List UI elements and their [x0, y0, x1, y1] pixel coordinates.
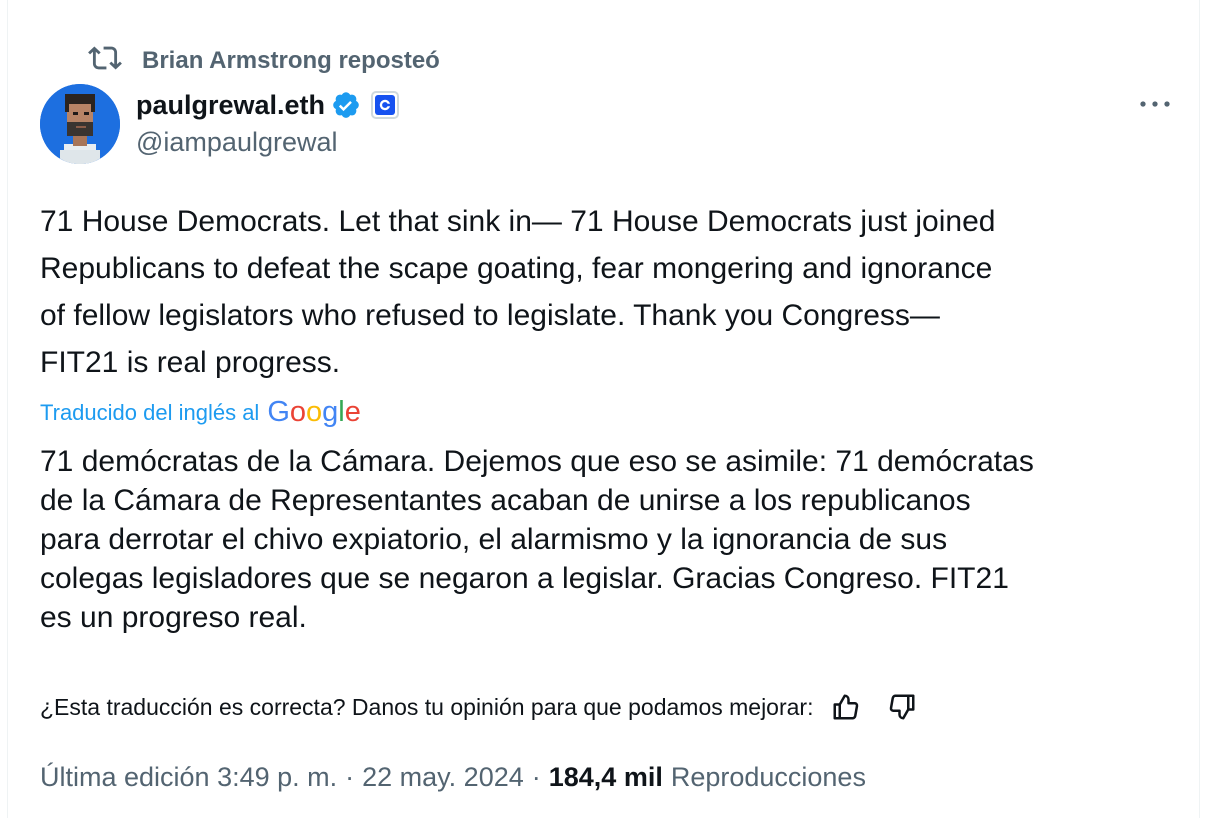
views-count[interactable]: 184,4 mil	[549, 762, 663, 793]
translated-label: Traducido del inglés al	[40, 400, 260, 425]
repost-text: Brian Armstrong reposteó	[142, 47, 440, 74]
repost-indicator[interactable]: Brian Armstrong reposteó	[88, 44, 440, 78]
views-label: Reproducciones	[670, 761, 866, 792]
verified-badge-icon[interactable]	[331, 90, 361, 120]
meta-separator: ·	[345, 761, 355, 792]
author-handle[interactable]: @iampaulgrewal	[136, 127, 338, 158]
meta-separator: ·	[531, 761, 541, 792]
more-options-icon[interactable]	[1135, 92, 1175, 116]
thumbs-up-icon[interactable]	[829, 690, 863, 724]
google-logo: Google	[267, 395, 361, 428]
translation-feedback: ¿Esta traducción es correcta? Danos tu o…	[40, 689, 919, 725]
translation-attribution[interactable]: Traducido del inglés al Google	[40, 396, 361, 430]
author-avatar[interactable]	[40, 84, 120, 164]
tweet-text: 71 House Democrats. Let that sink in— 71…	[40, 205, 996, 379]
thumbs-down-icon[interactable]	[885, 690, 919, 724]
translated-text: 71 demócratas de la Cámara. Dejemos que …	[40, 445, 1034, 634]
repost-icon	[88, 41, 122, 82]
coinbase-icon[interactable]	[371, 91, 400, 119]
feedback-prompt: ¿Esta traducción es correcta? Danos tu o…	[40, 693, 814, 720]
author-name[interactable]: paulgrewal.eth	[136, 90, 325, 121]
edited-time[interactable]: Última edición 3:49 p. m.	[40, 762, 337, 793]
author-name-row: paulgrewal.eth	[136, 85, 400, 125]
tweet-meta: Última edición 3:49 p. m. · 22 may. 2024…	[40, 756, 866, 798]
post-date[interactable]: 22 may. 2024	[362, 762, 524, 793]
